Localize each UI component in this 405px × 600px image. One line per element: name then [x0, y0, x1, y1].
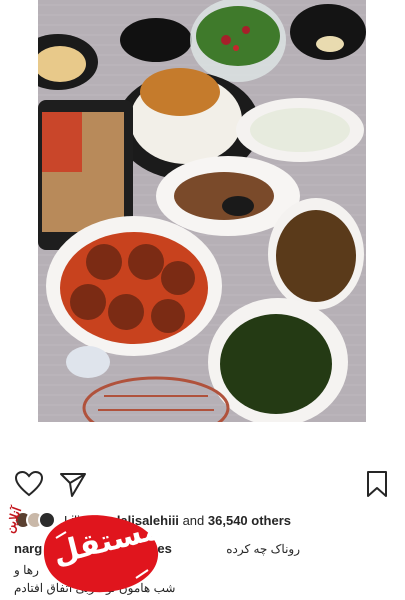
post-actions-bar: [0, 462, 405, 504]
likes-count[interactable]: 36,540: [208, 513, 248, 528]
post-image[interactable]: [38, 0, 366, 422]
likes-and: and: [182, 513, 205, 528]
bookmark-icon[interactable]: [362, 469, 392, 499]
heart-icon[interactable]: [14, 469, 44, 499]
paper-plane-icon[interactable]: [58, 469, 88, 499]
caption-text-line1: روناک چه کرده: [226, 542, 300, 556]
likes-others[interactable]: others: [251, 513, 291, 528]
